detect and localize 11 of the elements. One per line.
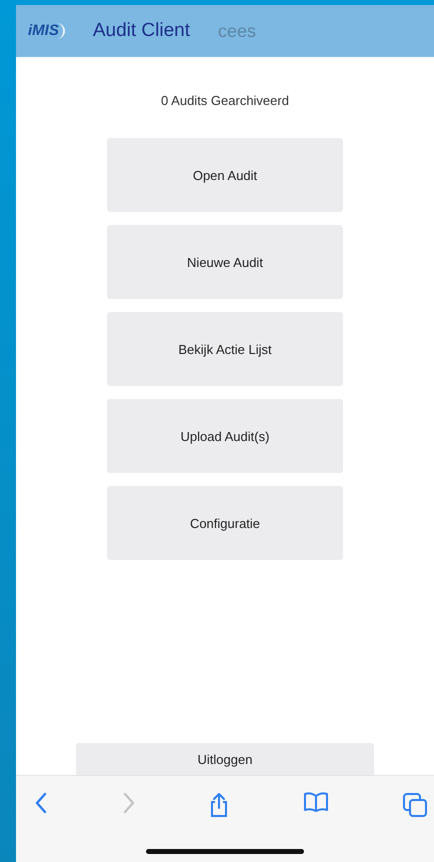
user-name: cees: [218, 20, 256, 42]
menu-button[interactable]: Upload Audit(s): [107, 399, 343, 473]
logo: iMIS: [28, 23, 65, 39]
menu-button[interactable]: Open Audit: [107, 138, 343, 212]
tabs-button[interactable]: [400, 790, 430, 820]
menu-button[interactable]: Bekijk Actie Lijst: [107, 312, 343, 386]
app-title: Audit Client: [92, 20, 190, 42]
archived-count: 0 Audits Gearchiveerd: [161, 93, 289, 108]
logout-button[interactable]: Uitloggen: [76, 743, 374, 775]
menu-button[interactable]: Configuratie: [107, 486, 343, 560]
menu-button[interactable]: Nieuwe Audit: [107, 225, 343, 299]
